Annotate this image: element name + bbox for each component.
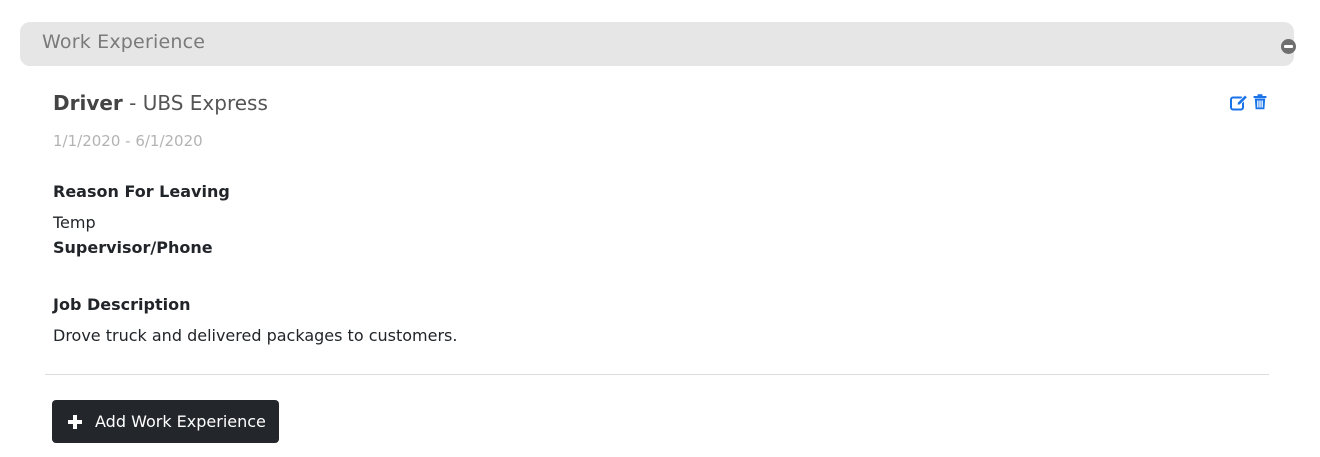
experience-actions xyxy=(1230,94,1267,111)
reason-label: Reason For Leaving xyxy=(53,182,230,201)
description-value: Drove truck and delivered packages to cu… xyxy=(53,326,458,345)
job-dates: 1/1/2020 - 6/1/2020 xyxy=(53,132,203,150)
job-separator: - xyxy=(122,91,143,115)
job-position: Driver xyxy=(53,91,123,115)
job-company: UBS Express xyxy=(142,91,268,115)
reason-value: Temp xyxy=(53,213,96,232)
collapse-icon[interactable] xyxy=(1281,39,1296,54)
divider xyxy=(45,374,1269,375)
trash-icon[interactable] xyxy=(1253,94,1267,111)
section-title: Work Experience xyxy=(42,31,206,53)
edit-icon[interactable] xyxy=(1230,94,1249,111)
job-title: Driver - UBS Express xyxy=(53,91,268,115)
plus-icon xyxy=(68,414,82,429)
add-button-label: Add Work Experience xyxy=(95,412,266,431)
add-work-experience-button[interactable]: Add Work Experience xyxy=(52,400,279,443)
description-label: Job Description xyxy=(53,295,191,314)
supervisor-label: Supervisor/Phone xyxy=(53,238,213,257)
section-header[interactable]: Work Experience xyxy=(20,22,1294,66)
